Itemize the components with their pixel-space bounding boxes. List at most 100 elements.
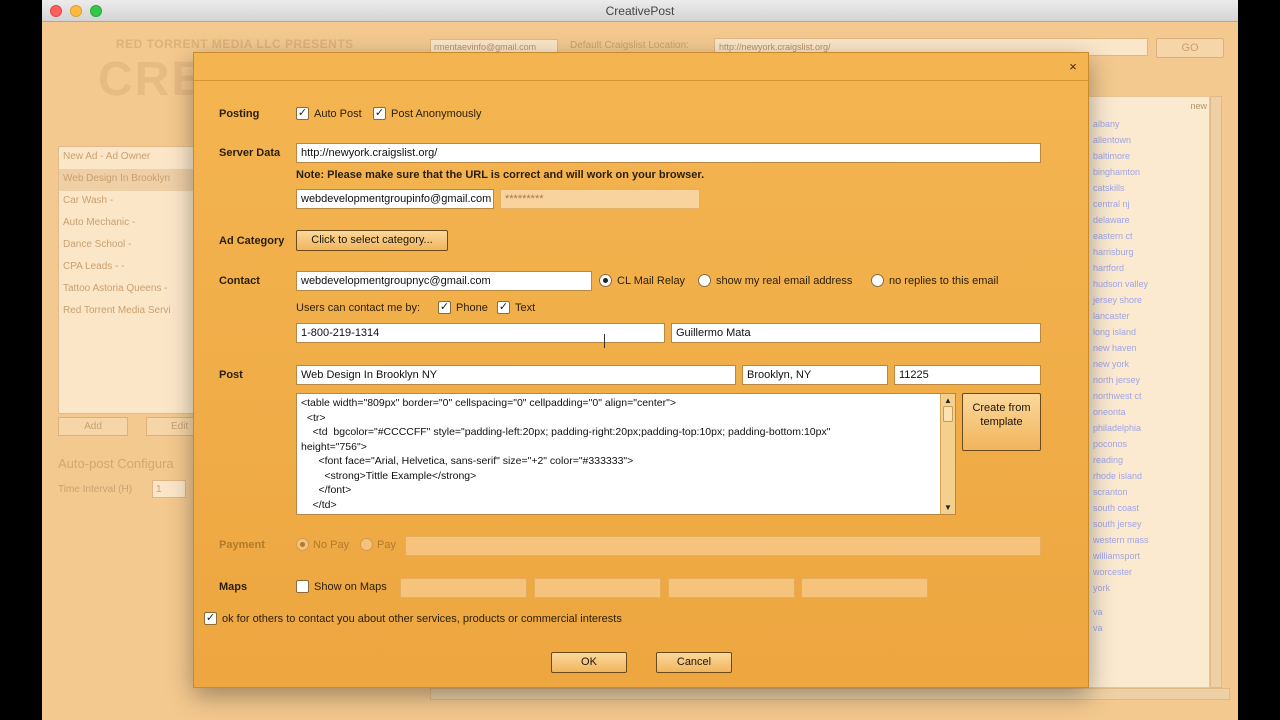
cl-mail-relay-radio[interactable] — [599, 274, 612, 287]
city-link[interactable]: rhode island — [1087, 469, 1209, 485]
city-link[interactable]: reading — [1087, 453, 1209, 469]
city-link[interactable]: philadelphia — [1087, 421, 1209, 437]
payment-details-input[interactable] — [405, 536, 1041, 556]
pay-radio[interactable] — [360, 538, 373, 551]
city-link[interactable]: central nj — [1087, 197, 1209, 213]
time-interval-field[interactable]: 1 — [152, 480, 186, 498]
map-state-input[interactable] — [801, 578, 928, 598]
scroll-up-arrow-icon[interactable]: ▲ — [944, 396, 952, 405]
city-link[interactable]: western mass — [1087, 533, 1209, 549]
horizontal-scrollbar[interactable] — [430, 688, 1230, 700]
city-link[interactable]: scranton — [1087, 485, 1209, 501]
city-link[interactable]: new haven — [1087, 341, 1209, 357]
window-title: CreativePost — [605, 4, 675, 18]
cancel-button[interactable]: Cancel — [656, 652, 732, 673]
auto-post-config-heading: Auto-post Configura — [58, 456, 174, 471]
city-link[interactable]: albany — [1087, 117, 1209, 133]
phone-label: Phone — [456, 302, 488, 314]
account-password-input[interactable]: ********* — [500, 189, 700, 209]
post-body-textarea[interactable]: <table width="809px" border="0" cellspac… — [296, 393, 956, 515]
city-link[interactable]: poconos — [1087, 437, 1209, 453]
text-cursor-icon — [604, 334, 605, 348]
ads-list-item[interactable]: CPA Leads - - — [59, 257, 193, 279]
scroll-thumb[interactable] — [943, 406, 953, 422]
brand-subtitle: RED TORRENT MEDIA LLC PRESENTS — [116, 37, 354, 51]
city-link[interactable]: hartford — [1087, 261, 1209, 277]
scroll-down-arrow-icon[interactable]: ▼ — [944, 503, 952, 512]
city-link[interactable]: hudson valley — [1087, 277, 1209, 293]
contact-name-input[interactable]: Guillermo Mata — [671, 323, 1041, 343]
maps-label: Maps — [219, 581, 248, 593]
city-link[interactable]: worcester — [1087, 565, 1209, 581]
ok-contact-checkbox[interactable]: ✓ — [204, 612, 217, 625]
create-from-template-button[interactable]: Create from template — [962, 393, 1041, 451]
city-link[interactable]: harrisburg — [1087, 245, 1209, 261]
city-list-header: new — [1190, 101, 1207, 111]
phone-number-input[interactable]: 1-800-219-1314 — [296, 323, 665, 343]
city-link[interactable]: binghamton — [1087, 165, 1209, 181]
city-link[interactable]: new york — [1087, 357, 1209, 373]
no-pay-label: No Pay — [313, 539, 350, 551]
city-link[interactable]: allentown — [1087, 133, 1209, 149]
ads-list-item[interactable]: Red Torrent Media Servi — [59, 301, 193, 323]
dialog-close-icon[interactable]: × — [1066, 60, 1080, 74]
phone-checkbox[interactable]: ✓ — [438, 301, 451, 314]
city-link[interactable]: catskills — [1087, 181, 1209, 197]
city-link[interactable]: va — [1087, 605, 1209, 621]
server-note: Note: Please make sure that the URL is c… — [296, 169, 705, 181]
city-link[interactable]: long island — [1087, 325, 1209, 341]
no-replies-label: no replies to this email — [889, 275, 999, 287]
post-label: Post — [219, 369, 243, 381]
show-on-maps-checkbox[interactable] — [296, 580, 309, 593]
text-label: Text — [515, 302, 536, 314]
city-list-scrollbar[interactable] — [1210, 96, 1222, 688]
html-line: <table width="809px" border="0" cellspac… — [301, 397, 676, 409]
add-ad-button[interactable]: Add — [58, 417, 128, 436]
city-link[interactable]: baltimore — [1087, 149, 1209, 165]
auto-post-checkbox[interactable]: ✓ — [296, 107, 309, 120]
account-email-input[interactable]: webdevelopmentgroupinfo@gmail.com — [296, 189, 494, 209]
city-link[interactable]: south coast — [1087, 501, 1209, 517]
city-link[interactable]: oneonta — [1087, 405, 1209, 421]
city-link[interactable]: york — [1087, 581, 1209, 597]
post-title-input[interactable]: Web Design In Brooklyn NY — [296, 365, 736, 385]
city-link[interactable]: lancaster — [1087, 309, 1209, 325]
post-zip-input[interactable]: 11225 — [894, 365, 1041, 385]
show-real-email-radio[interactable] — [698, 274, 711, 287]
city-link[interactable]: jersey shore — [1087, 293, 1209, 309]
html-line: </td> — [301, 498, 337, 511]
show-on-maps-label: Show on Maps — [314, 581, 387, 593]
select-category-button[interactable]: Click to select category... — [296, 230, 448, 251]
city-link[interactable]: eastern ct — [1087, 229, 1209, 245]
map-cross-street-input[interactable] — [534, 578, 661, 598]
ok-button[interactable]: OK — [551, 652, 627, 673]
post-anonymously-checkbox[interactable]: ✓ — [373, 107, 386, 120]
edit-ad-button[interactable]: Edit — [146, 417, 196, 436]
city-link[interactable]: northwest ct — [1087, 389, 1209, 405]
default-location-label: Default Craigslist Location: — [570, 40, 689, 51]
city-link[interactable]: williamsport — [1087, 549, 1209, 565]
ads-list-item[interactable]: Car Wash - — [59, 191, 193, 213]
map-city-input[interactable] — [668, 578, 795, 598]
go-button[interactable]: GO — [1156, 38, 1224, 58]
post-location-input[interactable]: Brooklyn, NY — [742, 365, 888, 385]
ads-list-item[interactable]: Tattoo Astoria Queens - — [59, 279, 193, 301]
html-line: </font> — [301, 484, 352, 496]
contact-email-input[interactable]: webdevelopmentgroupnyc@gmail.com — [296, 271, 592, 291]
map-street-input[interactable] — [400, 578, 527, 598]
city-link[interactable]: delaware — [1087, 213, 1209, 229]
post-body-scrollbar[interactable]: ▲ ▼ — [940, 394, 955, 514]
text-checkbox[interactable]: ✓ — [497, 301, 510, 314]
ads-list-item[interactable]: Web Design In Brooklyn — [59, 169, 193, 191]
posting-label: Posting — [219, 108, 260, 120]
city-link[interactable]: north jersey — [1087, 373, 1209, 389]
city-link[interactable]: va — [1087, 621, 1209, 637]
users-contact-by-label: Users can contact me by: — [296, 302, 421, 314]
city-link[interactable]: south jersey — [1087, 517, 1209, 533]
no-pay-radio[interactable] — [296, 538, 309, 551]
ads-list-item[interactable]: New Ad - Ad Owner — [59, 147, 193, 169]
ads-list-item[interactable]: Dance School - — [59, 235, 193, 257]
server-url-field[interactable]: http://newyork.craigslist.org/ — [296, 143, 1041, 163]
ads-list-item[interactable]: Auto Mechanic - — [59, 213, 193, 235]
no-replies-radio[interactable] — [871, 274, 884, 287]
